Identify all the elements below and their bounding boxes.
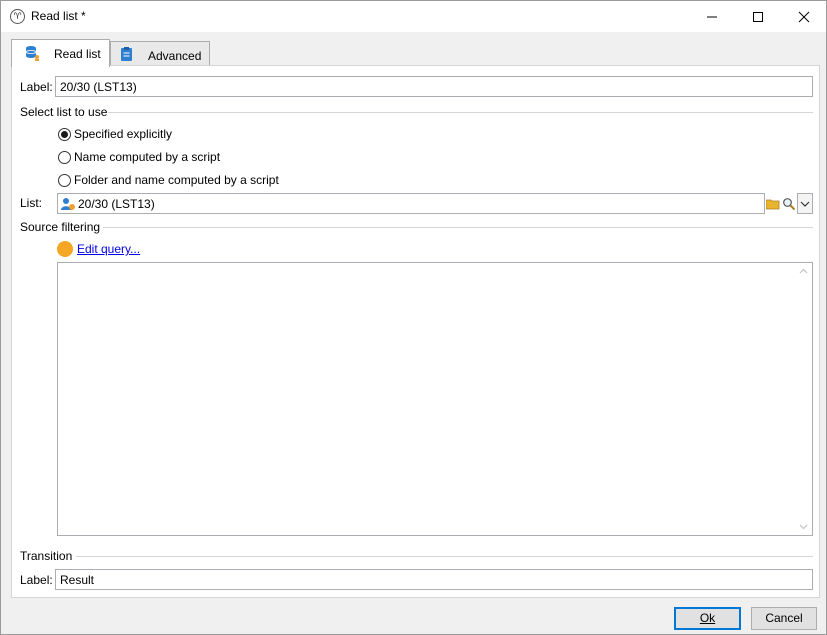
list-caption: List:: [20, 196, 43, 210]
list-value: 20/30 (LST13): [78, 197, 155, 211]
scroll-down-icon[interactable]: [799, 522, 808, 531]
label-input[interactable]: 20/30 (LST13): [55, 76, 813, 97]
radio-specified-explicitly[interactable]: [58, 128, 71, 141]
magnifier-icon: [783, 198, 796, 211]
radio-folder-name-computed-label[interactable]: Folder and name computed by a script: [74, 173, 279, 187]
transition-label-input[interactable]: Result: [55, 569, 813, 590]
scroll-up-icon[interactable]: [799, 267, 808, 276]
maximize-icon: [753, 12, 763, 22]
list-input[interactable]: 20/30 (LST13): [57, 193, 765, 214]
edit-query-link[interactable]: Edit query...: [77, 242, 140, 256]
label-caption: Label:: [20, 80, 53, 94]
tab-read-list-label: Read list: [54, 47, 101, 61]
tab-advanced[interactable]: Advanced: [110, 41, 210, 67]
ok-button-label: Ok: [699, 611, 716, 625]
minimize-button[interactable]: [689, 1, 735, 32]
section-divider: [76, 556, 813, 557]
database-user-icon: [25, 46, 39, 61]
search-list-button[interactable]: [781, 193, 797, 214]
close-icon: [798, 11, 810, 23]
title-bar[interactable]: ♈ Read list *: [1, 1, 826, 32]
radio-specified-explicitly-label[interactable]: Specified explicitly: [74, 127, 172, 141]
transition-section-title: Transition: [20, 549, 73, 563]
open-folder-button[interactable]: [765, 193, 781, 214]
vertical-scrollbar[interactable]: [795, 263, 812, 535]
recipient-list-icon: [61, 198, 75, 210]
close-button[interactable]: [781, 1, 827, 32]
tab-read-list[interactable]: Read list: [11, 39, 110, 67]
radio-folder-name-computed[interactable]: [58, 174, 71, 187]
cancel-button[interactable]: Cancel: [751, 607, 817, 630]
chevron-down-icon: [800, 201, 810, 207]
cancel-button-label: Cancel: [765, 611, 803, 625]
section-divider: [108, 112, 813, 113]
tab-advanced-label: Advanced: [148, 49, 202, 63]
select-list-section-title: Select list to use: [20, 105, 108, 119]
read-list-panel: Label: 20/30 (LST13) Select list to use …: [11, 65, 820, 598]
source-filtering-section-title: Source filtering: [20, 220, 101, 234]
transition-label-caption: Label:: [20, 573, 53, 587]
section-divider: [103, 227, 813, 228]
clipboard-icon: [121, 47, 132, 61]
query-preview-area[interactable]: [57, 262, 813, 536]
minimize-icon: [707, 16, 717, 18]
filter-status-dot-icon: [57, 241, 73, 257]
maximize-button[interactable]: [735, 1, 781, 32]
list-dropdown-button[interactable]: [797, 193, 813, 214]
window-title: Read list *: [31, 9, 86, 23]
dialog-window: ♈ Read list * Read list Advanced Label: …: [0, 0, 827, 635]
folder-icon: [766, 199, 780, 210]
ok-button[interactable]: Ok: [674, 607, 741, 630]
app-logo-icon: ♈: [10, 9, 25, 24]
radio-name-computed-label[interactable]: Name computed by a script: [74, 150, 220, 164]
radio-name-computed[interactable]: [58, 151, 71, 164]
